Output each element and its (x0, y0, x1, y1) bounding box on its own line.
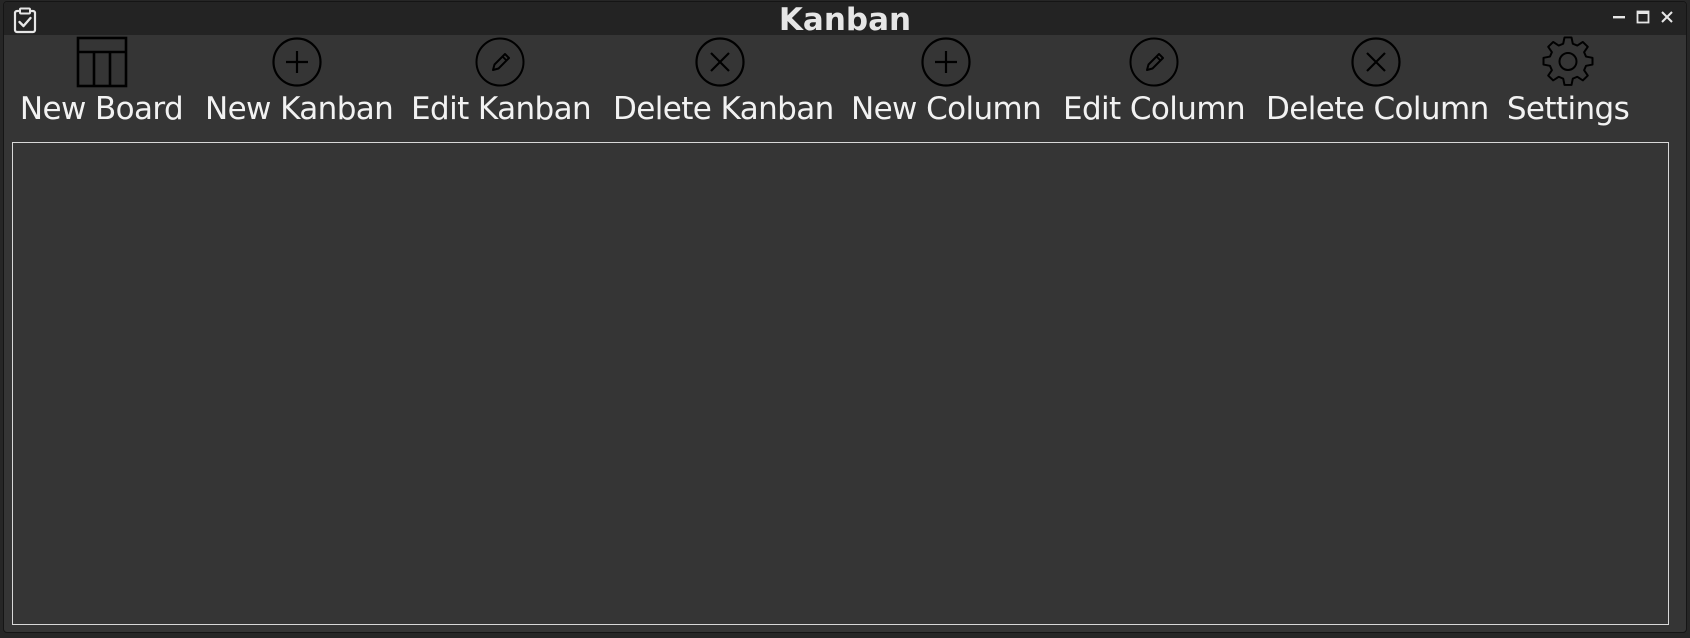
circle-pencil-icon (475, 37, 525, 87)
close-icon[interactable] (1660, 10, 1674, 24)
title-bar[interactable]: Kanban (4, 2, 1686, 38)
new-board-label: New Board (19, 91, 184, 127)
delete-kanban-button[interactable]: Delete Kanban (613, 35, 834, 133)
table-layout-icon (76, 36, 127, 88)
settings-button[interactable]: Settings (1504, 35, 1632, 133)
new-kanban-button[interactable]: New Kanban (205, 35, 394, 133)
delete-column-button[interactable]: Delete Column (1266, 35, 1489, 133)
new-column-label: New Column (851, 91, 1042, 127)
delete-kanban-label: Delete Kanban (613, 91, 834, 127)
new-board-button[interactable]: New Board (16, 35, 187, 133)
circle-pencil-icon (1129, 37, 1179, 87)
delete-column-label: Delete Column (1266, 91, 1489, 127)
gear-icon (1542, 36, 1594, 86)
window-title: Kanban (778, 2, 912, 38)
circle-x-icon (694, 37, 745, 87)
toolbar: New Board New Kanban Edit Kanban Delete … (4, 35, 1686, 133)
edit-column-label: Edit Column (1062, 91, 1246, 127)
new-column-button[interactable]: New Column (851, 35, 1042, 133)
window-controls (1612, 10, 1674, 24)
circle-plus-icon (921, 37, 971, 87)
maximize-icon[interactable] (1636, 10, 1650, 24)
kanban-board-area[interactable] (12, 142, 1669, 625)
circle-plus-icon (272, 37, 322, 87)
edit-column-button[interactable]: Edit Column (1062, 35, 1246, 133)
app-window: Kanban New Board New Kanban Edit Kanban … (3, 1, 1687, 633)
clipboard-check-icon (13, 7, 37, 34)
edit-kanban-button[interactable]: Edit Kanban (411, 35, 592, 133)
edit-kanban-label: Edit Kanban (411, 91, 592, 127)
settings-label: Settings (1506, 91, 1630, 127)
circle-x-icon (1351, 37, 1401, 87)
minimize-icon[interactable] (1612, 10, 1626, 24)
new-kanban-label: New Kanban (205, 91, 394, 127)
